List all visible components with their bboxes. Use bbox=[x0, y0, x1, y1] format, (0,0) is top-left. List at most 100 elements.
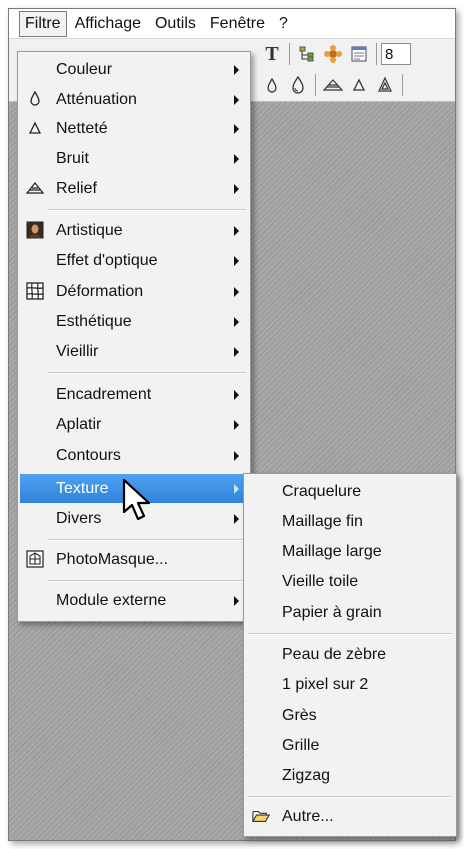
menu-item-label: Grès bbox=[282, 707, 317, 724]
menu-separator bbox=[48, 372, 246, 374]
menu-separator bbox=[48, 539, 246, 541]
menu-bar: Filtre Affichage Outils Fenêtre ? bbox=[9, 9, 455, 39]
menu-item-label: Divers bbox=[56, 510, 102, 527]
folder-open-icon bbox=[252, 807, 270, 825]
submenu-item-papier-grain[interactable]: Papier à grain bbox=[246, 598, 454, 627]
menu-item-label: Relief bbox=[56, 180, 97, 197]
submenu-item-craquelure[interactable]: Craquelure bbox=[246, 477, 454, 506]
menu-item-label: Déformation bbox=[56, 283, 144, 300]
toolbar-row-1: T 8 bbox=[259, 39, 411, 69]
effects-icon[interactable] bbox=[320, 41, 346, 67]
menu-outils[interactable]: Outils bbox=[149, 11, 202, 37]
submenu-item-peau-zebre[interactable]: Peau de zèbre bbox=[246, 640, 454, 669]
submenu-arrow-icon bbox=[234, 226, 239, 236]
menu-item-label: Atténuation bbox=[56, 91, 137, 108]
menu-item-label: Artistique bbox=[56, 222, 123, 239]
submenu-arrow-icon bbox=[234, 287, 239, 297]
menu-item-label: Grille bbox=[282, 737, 320, 754]
menu-item-effet-optique[interactable]: Effet d'optique bbox=[20, 246, 248, 275]
menu-separator bbox=[248, 796, 452, 798]
menu-item-encadrement[interactable]: Encadrement bbox=[20, 380, 248, 409]
menu-item-attenuation[interactable]: Atténuation bbox=[20, 85, 248, 114]
submenu-arrow-icon bbox=[234, 317, 239, 327]
menu-item-label: PhotoMasque... bbox=[56, 551, 169, 568]
photomask-icon bbox=[26, 550, 44, 568]
menu-separator bbox=[48, 580, 246, 582]
submenu-item-autre[interactable]: Autre... bbox=[246, 802, 454, 831]
triangle-icon bbox=[26, 119, 44, 137]
submenu-arrow-icon bbox=[234, 65, 239, 75]
submenu-arrow-icon bbox=[234, 420, 239, 430]
menu-item-label: Effet d'optique bbox=[56, 252, 158, 269]
submenu-arrow-icon bbox=[234, 95, 239, 105]
toolbar-divider bbox=[289, 43, 290, 65]
texture-submenu: Craquelure Maillage fin Maillage large V… bbox=[243, 473, 457, 837]
filter-menu: Couleur Atténuation Netteté Bruit Relief… bbox=[17, 51, 251, 622]
submenu-item-zigzag[interactable]: Zigzag bbox=[246, 761, 454, 790]
portrait-icon bbox=[26, 221, 44, 239]
submenu-arrow-icon bbox=[234, 514, 239, 524]
submenu-arrow-icon bbox=[234, 484, 239, 494]
menu-separator bbox=[48, 209, 246, 211]
toolbar-divider bbox=[376, 43, 377, 65]
submenu-item-maillage-large[interactable]: Maillage large bbox=[246, 537, 454, 566]
submenu-arrow-icon bbox=[234, 184, 239, 194]
menu-item-deformation[interactable]: Déformation bbox=[20, 277, 248, 306]
submenu-arrow-icon bbox=[234, 347, 239, 357]
menu-item-couleur[interactable]: Couleur bbox=[20, 55, 248, 84]
submenu-item-vieille-toile[interactable]: Vieille toile bbox=[246, 567, 454, 596]
menu-item-esthetique[interactable]: Esthétique bbox=[20, 307, 248, 336]
relief-tool-icon[interactable] bbox=[320, 72, 346, 98]
submenu-item-grille[interactable]: Grille bbox=[246, 731, 454, 760]
submenu-item-maillage-fin[interactable]: Maillage fin bbox=[246, 507, 454, 536]
menu-item-contours[interactable]: Contours bbox=[20, 441, 248, 470]
menu-affichage[interactable]: Affichage bbox=[69, 11, 147, 37]
drop-icon bbox=[26, 90, 44, 108]
menu-item-bruit[interactable]: Bruit bbox=[20, 144, 248, 173]
menu-help[interactable]: ? bbox=[273, 11, 294, 37]
menu-item-aplatir[interactable]: Aplatir bbox=[20, 410, 248, 439]
menu-item-label: Papier à grain bbox=[282, 604, 382, 621]
menu-separator bbox=[248, 633, 452, 635]
menu-item-vieillir[interactable]: Vieillir bbox=[20, 337, 248, 366]
menu-item-label: Esthétique bbox=[56, 313, 132, 330]
toolbar-divider bbox=[315, 74, 316, 96]
sharpen-small-icon[interactable] bbox=[346, 72, 372, 98]
menu-item-nettete[interactable]: Netteté bbox=[20, 114, 248, 143]
menu-item-artistique[interactable]: Artistique bbox=[20, 216, 248, 245]
menu-item-label: Autre... bbox=[282, 808, 334, 825]
mouse-cursor-icon bbox=[122, 478, 151, 521]
submenu-arrow-icon bbox=[234, 451, 239, 461]
menu-item-label: Aplatir bbox=[56, 416, 102, 433]
submenu-arrow-icon bbox=[234, 154, 239, 164]
menu-item-label: Craquelure bbox=[282, 483, 362, 500]
menu-item-label: Couleur bbox=[56, 61, 113, 78]
window-icon[interactable] bbox=[346, 41, 372, 67]
submenu-arrow-icon bbox=[234, 124, 239, 134]
toolbar-row-2 bbox=[259, 70, 407, 100]
submenu-arrow-icon bbox=[234, 390, 239, 400]
menu-filtre[interactable]: Filtre bbox=[19, 10, 67, 37]
menu-item-label: 1 pixel sur 2 bbox=[282, 676, 369, 693]
relief-icon bbox=[26, 179, 44, 197]
menu-item-relief[interactable]: Relief bbox=[20, 174, 248, 203]
sharpen-large-icon[interactable] bbox=[372, 72, 398, 98]
menu-item-label: Peau de zèbre bbox=[282, 646, 387, 663]
blur-small-icon[interactable] bbox=[259, 72, 285, 98]
menu-item-label: Maillage large bbox=[282, 543, 382, 560]
zoom-field[interactable]: 8 bbox=[381, 43, 411, 65]
menu-item-label: Module externe bbox=[56, 592, 167, 609]
tree-icon[interactable] bbox=[294, 41, 320, 67]
menu-item-label: Encadrement bbox=[56, 386, 152, 403]
menu-item-label: Texture bbox=[56, 480, 109, 497]
blur-large-icon[interactable] bbox=[285, 72, 311, 98]
submenu-arrow-icon bbox=[234, 596, 239, 606]
submenu-item-1-pixel-sur-2[interactable]: 1 pixel sur 2 bbox=[246, 670, 454, 699]
menu-item-photomasque[interactable]: PhotoMasque... bbox=[20, 545, 248, 574]
menu-fenetre[interactable]: Fenêtre bbox=[204, 11, 271, 37]
submenu-item-gres[interactable]: Grès bbox=[246, 701, 454, 730]
menu-item-label: Zigzag bbox=[282, 767, 331, 784]
text-tool-button[interactable]: T bbox=[259, 41, 285, 67]
menu-item-label: Netteté bbox=[56, 120, 108, 137]
menu-item-module-externe[interactable]: Module externe bbox=[20, 586, 248, 615]
